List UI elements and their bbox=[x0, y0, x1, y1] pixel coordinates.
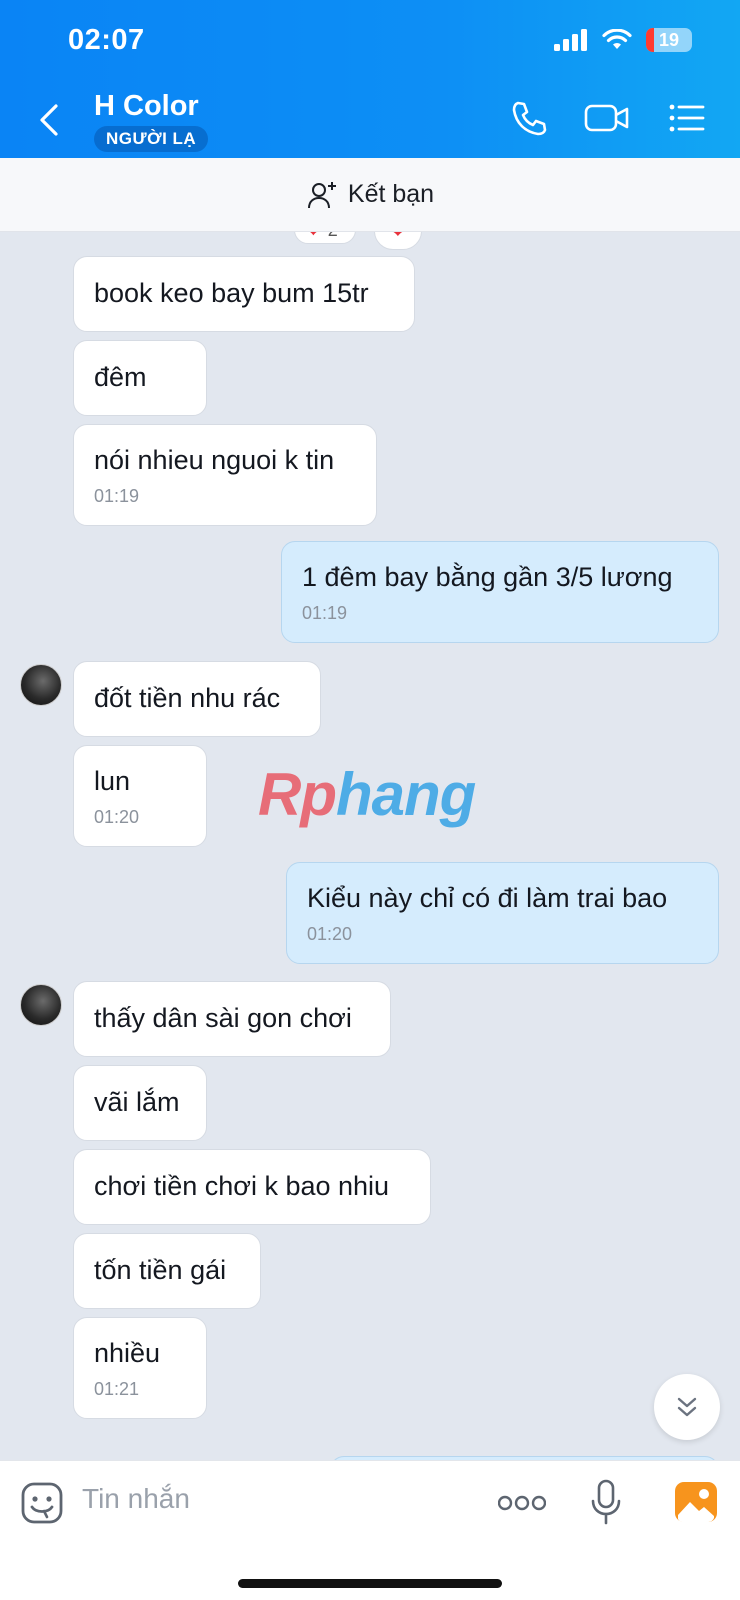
message-text: đêm bbox=[94, 362, 147, 392]
signal-icon bbox=[554, 29, 587, 51]
microphone-icon[interactable] bbox=[590, 1479, 622, 1527]
reaction-count: 2 bbox=[328, 232, 338, 241]
add-user-icon bbox=[307, 181, 336, 208]
message-time: 01:21 bbox=[94, 1379, 140, 1399]
message-bubble[interactable]: đốt tiền nhu rác bbox=[73, 661, 321, 737]
my-message-bubble[interactable]: 1 đêm bay bằng gần 3/5 lương 01:19 bbox=[281, 541, 719, 643]
home-indicator bbox=[238, 1579, 502, 1588]
message-time: 01:20 bbox=[307, 924, 353, 944]
message-bubble[interactable]: lun 01:20 bbox=[73, 745, 207, 847]
battery-level: 19 bbox=[658, 29, 680, 50]
watermark-logo: Rphang bbox=[258, 761, 476, 828]
message-bubble[interactable]: đêm bbox=[73, 340, 207, 416]
heart-icon: ❤ bbox=[389, 232, 407, 244]
status-time: 02:07 bbox=[68, 24, 145, 56]
status-icons: 19 bbox=[554, 28, 692, 52]
message-text: tốn tiền gái bbox=[94, 1255, 227, 1285]
sticker-icon[interactable] bbox=[20, 1481, 64, 1525]
menu-list-icon[interactable] bbox=[668, 98, 706, 138]
more-options-icon[interactable] bbox=[498, 1493, 546, 1513]
message-time: 01:19 bbox=[302, 603, 348, 623]
contact-avatar[interactable] bbox=[20, 664, 62, 706]
message-text: nói nhieu nguoi k tin bbox=[94, 445, 335, 475]
add-friend-label: Kết bạn bbox=[347, 180, 435, 208]
message-bubble[interactable]: thấy dân sài gon chơi bbox=[73, 981, 391, 1057]
chat-header: 02:07 19 H Color NGƯỜI LẠ bbox=[0, 0, 740, 158]
message-text: lun bbox=[94, 766, 131, 796]
message-bubble[interactable]: tốn tiền gái bbox=[73, 1233, 261, 1309]
contact-name[interactable]: H Color bbox=[94, 90, 199, 123]
message-text: nhiều bbox=[94, 1338, 161, 1368]
message-text: chơi tiền chơi k bao nhiu bbox=[94, 1171, 390, 1201]
message-text: vãi lắm bbox=[94, 1087, 180, 1117]
message-text: đốt tiền nhu rác bbox=[94, 683, 281, 713]
chevron-double-down-icon bbox=[677, 1397, 697, 1417]
battery-icon: 19 bbox=[646, 28, 692, 52]
back-button[interactable] bbox=[34, 100, 64, 140]
message-input-bar: Tin nhắn bbox=[0, 1460, 740, 1600]
heart-icon: ❤ bbox=[305, 232, 322, 243]
image-gallery-icon[interactable] bbox=[674, 1481, 718, 1523]
message-bubble[interactable]: chơi tiền chơi k bao nhiu bbox=[73, 1149, 431, 1225]
message-text: thấy dân sài gon chơi bbox=[94, 1003, 352, 1033]
message-time: 01:20 bbox=[94, 807, 140, 827]
contact-avatar[interactable] bbox=[20, 984, 62, 1026]
wifi-icon bbox=[602, 29, 632, 49]
my-message-bubble[interactable]: Kiểu này chỉ có đi làm trai bao 01:20 bbox=[286, 862, 719, 964]
reaction-button[interactable]: ❤ bbox=[374, 232, 422, 250]
message-bubble[interactable]: book keo bay bum 15tr bbox=[73, 256, 415, 332]
message-time: 01:19 bbox=[94, 486, 140, 506]
message-text: Kiểu này chỉ có đi làm trai bao bbox=[307, 883, 668, 913]
message-input[interactable]: Tin nhắn bbox=[82, 1483, 190, 1515]
message-text: 1 đêm bay bằng gần 3/5 lương bbox=[302, 562, 673, 592]
stranger-badge: NGƯỜI LẠ bbox=[94, 126, 209, 152]
add-friend-button[interactable]: Kết bạn bbox=[0, 158, 740, 232]
chat-area[interactable]: ❤ 2 ❤ book keo bay bum 15tr đêm nói nhie… bbox=[0, 232, 740, 1460]
message-bubble[interactable]: nhiều 01:21 bbox=[73, 1317, 207, 1419]
scroll-to-bottom-button[interactable] bbox=[654, 1374, 720, 1440]
reaction-pill[interactable]: ❤ 2 bbox=[294, 232, 356, 244]
message-bubble[interactable]: vãi lắm bbox=[73, 1065, 207, 1141]
phone-call-icon[interactable] bbox=[508, 98, 548, 138]
message-text: book keo bay bum 15tr bbox=[94, 278, 369, 308]
message-bubble[interactable]: nói nhieu nguoi k tin 01:19 bbox=[73, 424, 377, 526]
video-call-icon[interactable] bbox=[584, 98, 630, 138]
